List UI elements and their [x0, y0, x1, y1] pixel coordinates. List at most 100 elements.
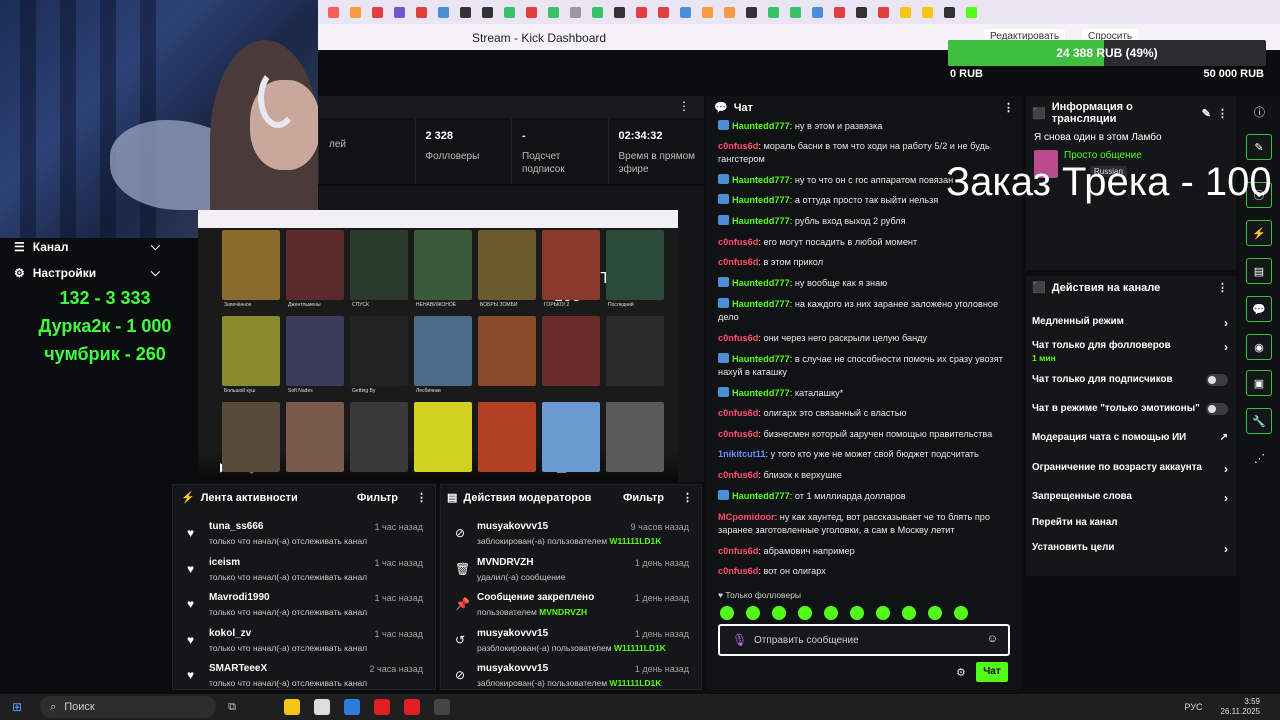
browser-tab[interactable]: [478, 4, 496, 20]
browser-tab[interactable]: [940, 4, 958, 20]
chat-message[interactable]: c0nfus6d: его могут посадить в любой мом…: [718, 236, 1016, 249]
movie-poster[interactable]: [414, 402, 472, 472]
sidebar-item-channel[interactable]: ☰ Канал ⌵: [14, 239, 160, 254]
channel-action-item[interactable]: Ограничение по возрасту аккаунта ›: [1032, 462, 1228, 476]
channel-action-item[interactable]: Чат только для фолловеров 1 мин ›: [1032, 340, 1228, 363]
chat-message[interactable]: c0nfus6d: бизнесмен который заручен помо…: [718, 428, 1016, 441]
taskbar-clock[interactable]: 3:59 26.11.2025: [1221, 697, 1260, 717]
browser-tab[interactable]: [632, 4, 650, 20]
language-indicator[interactable]: РУС: [1185, 702, 1203, 712]
activity-username[interactable]: SMARTeeeX: [209, 663, 267, 674]
chat-username[interactable]: c0nfus6d: [718, 408, 758, 418]
browser-tab[interactable]: [610, 4, 628, 20]
activity-item[interactable]: ♥ iceism 1 час назад только что начал(-а) о…: [183, 557, 427, 591]
chat-message[interactable]: Hauntedd777: на каждого из них заранее з…: [718, 298, 1016, 324]
channel-action-item[interactable]: Перейти на канал: [1032, 517, 1228, 528]
chat-message[interactable]: Hauntedd777: ну вообще как я знаю: [718, 277, 1016, 290]
moderator-action-target[interactable]: W11111LD1K: [609, 678, 661, 688]
chat-username[interactable]: Hauntedd777: [732, 195, 790, 205]
movie-poster[interactable]: [542, 230, 600, 300]
more-icon[interactable]: ⋮: [678, 99, 690, 113]
outlook-icon[interactable]: [343, 699, 360, 715]
share-icon[interactable]: ⋰: [1254, 452, 1265, 465]
activity-username[interactable]: iceism: [209, 557, 240, 568]
more-icon[interactable]: ⋮: [1003, 101, 1014, 114]
store-icon[interactable]: [313, 699, 330, 715]
more-icon[interactable]: ⋮: [1217, 107, 1228, 120]
movie-poster[interactable]: [478, 230, 536, 300]
chat-username[interactable]: Hauntedd777: [732, 278, 790, 288]
moderator-action-target[interactable]: W11111LD1K: [614, 643, 666, 653]
browser-tab[interactable]: [324, 4, 342, 20]
movie-poster[interactable]: [286, 402, 344, 472]
taskbar-search[interactable]: ⌕ Поиск: [40, 696, 217, 718]
movie-poster[interactable]: [286, 230, 344, 300]
channel-action-item[interactable]: Чат только для подписчиков: [1032, 374, 1228, 386]
moderator-filter-button[interactable]: Фильтр: [623, 492, 664, 504]
moderator-action-item[interactable]: ⊘ musyakovvv15 9 часов назад заблокирован(-…: [451, 521, 693, 555]
browser-tab[interactable]: [852, 4, 870, 20]
chat-username[interactable]: c0nfus6d: [718, 566, 758, 576]
activity-filter-button[interactable]: Фильтр: [357, 492, 398, 504]
file-explorer-icon[interactable]: [283, 699, 300, 715]
browser-tab[interactable]: [522, 4, 540, 20]
moderator-action-name[interactable]: musyakovvv15: [477, 663, 548, 674]
sidebar-item-settings[interactable]: ⚙ Настройки ⌵: [14, 265, 160, 280]
chat-tool-button[interactable]: 💬: [1246, 296, 1272, 322]
chat-username[interactable]: 1nikitcut11: [718, 449, 766, 459]
browser-tab[interactable]: [456, 4, 474, 20]
chat-message[interactable]: Hauntedd777: каталашку*: [718, 387, 1016, 400]
activity-item[interactable]: ♥ tuna_ss666 1 час назад только что начал(-…: [183, 521, 427, 555]
pencil-icon[interactable]: ✎: [1202, 107, 1211, 120]
browser-tab[interactable]: [676, 4, 694, 20]
bolt-tool-button[interactable]: ⚡: [1246, 220, 1272, 246]
movie-poster[interactable]: [542, 402, 600, 472]
browser-tab[interactable]: [918, 4, 936, 20]
browser-tab-strip[interactable]: [318, 0, 1280, 24]
movie-poster[interactable]: [222, 230, 280, 300]
movie-poster[interactable]: [606, 230, 664, 300]
movie-poster[interactable]: [414, 316, 472, 386]
moderator-action-item[interactable]: 📌 Сообщение закреплено 1 день назад пользов…: [451, 592, 693, 626]
channel-action-item[interactable]: Медленный режим ›: [1032, 316, 1228, 330]
browser-tab[interactable]: [764, 4, 782, 20]
browser-tab[interactable]: [742, 4, 760, 20]
browser-tab[interactable]: [588, 4, 606, 20]
edit-tool-button[interactable]: ✎: [1246, 134, 1272, 160]
moderator-action-item[interactable]: ⊘ musyakovvv15 1 день назад заблокирован(-а…: [451, 663, 693, 697]
app-icon[interactable]: [433, 699, 450, 715]
yandex-browser-icon[interactable]: [373, 699, 390, 715]
moderator-action-item[interactable]: 🗑 MVNDRVZH 1 день назад удалил(-а) сообщени…: [451, 557, 693, 591]
chat-username[interactable]: MCpomidoor: [718, 512, 775, 522]
browser-tab[interactable]: [896, 4, 914, 20]
moderator-action-name[interactable]: Сообщение закреплено: [477, 592, 594, 603]
info-icon[interactable]: ⓘ: [1254, 104, 1265, 120]
more-icon[interactable]: ⋮: [1217, 281, 1228, 294]
stream-preview[interactable]: Заказ Трека - 100 ▶ 🔊 ▣ ▭ ⛶ ⚙ Запечённое…: [198, 210, 678, 482]
chat-message[interactable]: MCpomidoor: ну как хаунтед, вот рассказы…: [718, 511, 1016, 537]
activity-username[interactable]: kokol_zv: [209, 628, 251, 639]
browser-tab[interactable]: [346, 4, 364, 20]
channel-action-item[interactable]: Запрещенные слова ›: [1032, 491, 1228, 505]
emote-bar[interactable]: [720, 606, 1010, 620]
browser-tab[interactable]: [390, 4, 408, 20]
channel-action-item[interactable]: Модерация чата с помощью ИИ ↗: [1032, 432, 1228, 443]
browser-tab[interactable]: [698, 4, 716, 20]
movie-poster[interactable]: [478, 316, 536, 386]
chat-username[interactable]: c0nfus6d: [718, 333, 758, 343]
chat-settings-icon[interactable]: ⚙: [956, 666, 966, 679]
chat-username[interactable]: c0nfus6d: [718, 141, 758, 151]
channel-action-item[interactable]: Установить цели ›: [1032, 542, 1228, 556]
moderator-action-name[interactable]: MVNDRVZH: [477, 557, 533, 568]
moderator-action-name[interactable]: musyakovvv15: [477, 521, 548, 532]
browser-tab[interactable]: [544, 4, 562, 20]
chat-message[interactable]: c0nfus6d: близок к верхушке: [718, 469, 1016, 482]
chat-username[interactable]: Hauntedd777: [732, 175, 790, 185]
browser-tab[interactable]: [720, 4, 738, 20]
chat-message[interactable]: c0nfus6d: они через него раскрыли целую …: [718, 332, 1016, 345]
chat-username[interactable]: c0nfus6d: [718, 470, 758, 480]
chat-username[interactable]: c0nfus6d: [718, 257, 758, 267]
browser-tab[interactable]: [874, 4, 892, 20]
moderator-action-name[interactable]: musyakovvv15: [477, 628, 548, 639]
browser-tab[interactable]: [566, 4, 584, 20]
